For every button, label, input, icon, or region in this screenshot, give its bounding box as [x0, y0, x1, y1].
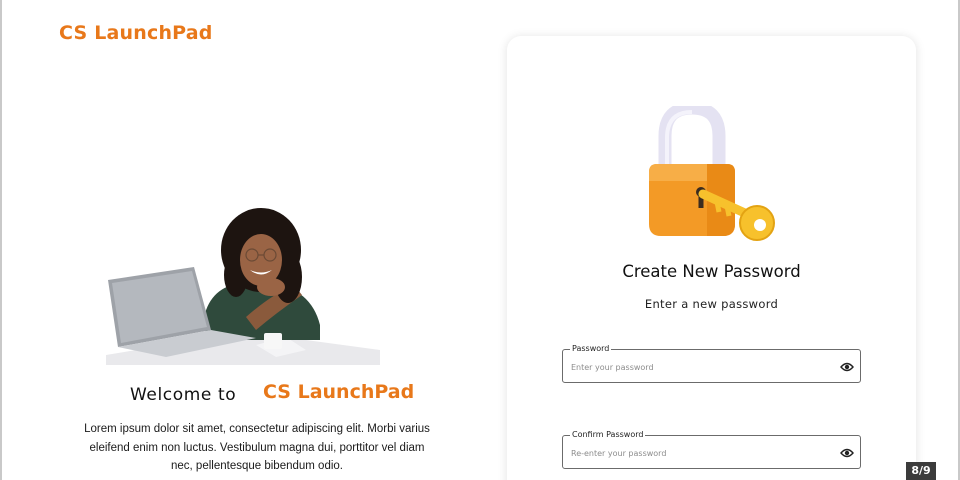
form-title: Create New Password — [622, 262, 801, 281]
page-indicator: 8/9 — [906, 462, 936, 480]
welcome-description: Lorem ipsum dolor sit amet, consectetur … — [84, 423, 430, 472]
eye-icon[interactable] — [840, 360, 854, 372]
welcome-brand: CS LaunchPad — [263, 381, 415, 403]
eye-icon[interactable] — [840, 446, 854, 458]
padlock-key-icon — [647, 101, 777, 256]
form-subtitle: Enter a new password — [644, 297, 779, 311]
password-input[interactable] — [571, 358, 826, 376]
welcome-heading: Welcome to CS LaunchPad — [130, 380, 430, 410]
password-field: Password — [562, 343, 861, 383]
confirm-password-input[interactable] — [571, 444, 826, 462]
password-label: Password — [570, 343, 612, 355]
hero-illustration — [106, 205, 381, 365]
password-card: Create New Password Enter a new password… — [507, 36, 916, 480]
welcome-prefix: Welcome to — [130, 385, 237, 405]
confirm-password-label: Confirm Password — [570, 429, 646, 441]
brand-logo[interactable]: CS LaunchPad — [59, 22, 213, 44]
confirm-password-field: Confirm Password — [562, 429, 861, 469]
